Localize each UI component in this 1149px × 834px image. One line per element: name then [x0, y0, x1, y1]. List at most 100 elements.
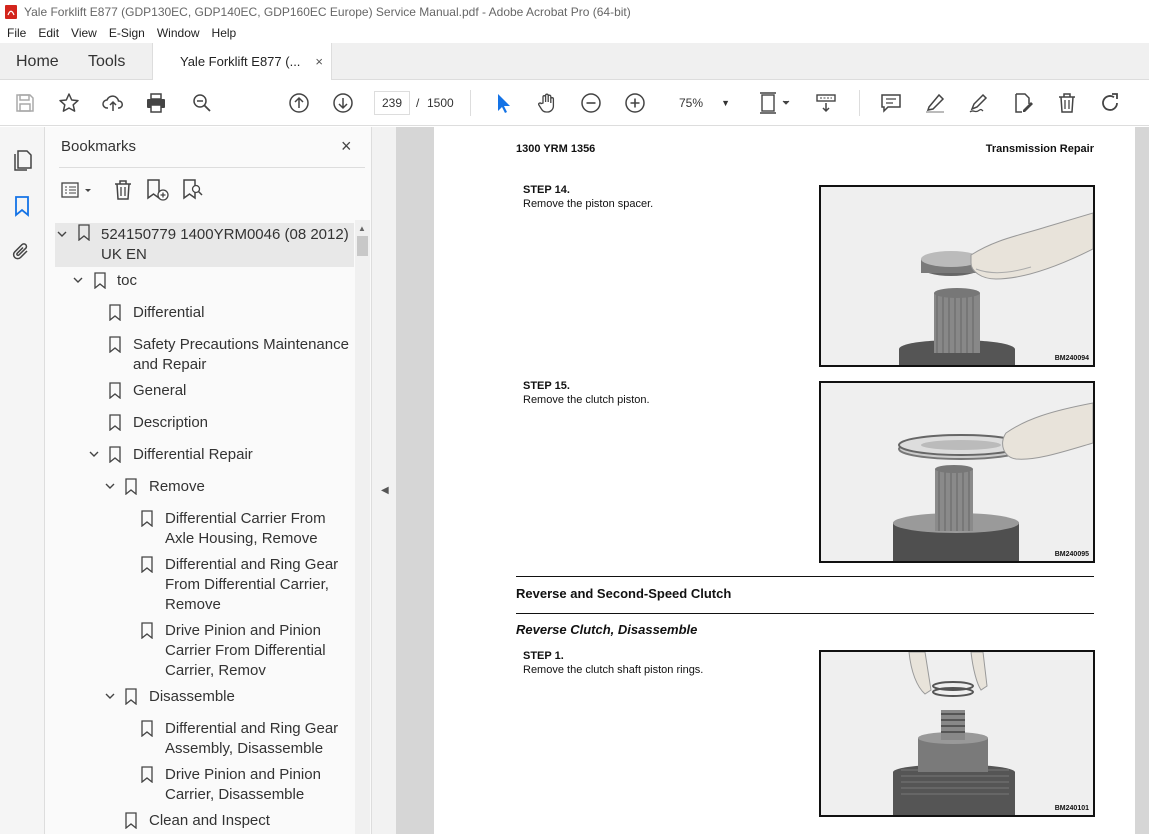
edit-pdf-icon[interactable]	[1011, 91, 1035, 115]
fill-sign-icon[interactable]	[967, 91, 991, 115]
tab-tools[interactable]: Tools	[88, 43, 125, 80]
photo-code: BM240101	[1054, 805, 1089, 812]
bookmark-label: Carrier From Differential	[165, 642, 326, 659]
bookmark-label: Differential Carrier From	[165, 510, 326, 527]
page-separator: /	[416, 96, 420, 110]
bookmark-label: Clean and Inspect	[149, 812, 270, 829]
bookmark-label: Assembly, Disassemble	[165, 740, 324, 757]
cloud-upload-icon[interactable]	[101, 91, 125, 115]
previous-page-icon[interactable]	[287, 91, 311, 115]
menu-file[interactable]: File	[7, 26, 26, 40]
collapse-panel-icon[interactable]: ◀	[381, 485, 389, 496]
menu-bar: File Edit View E-Sign Window Help	[0, 23, 1149, 43]
chevron-down-icon[interactable]	[88, 448, 100, 460]
bookmark-item[interactable]: Differential Repair	[87, 445, 353, 465]
bookmark-tree: 524150779 1400YRM0046 (08 2012) UK EN to…	[45, 219, 355, 834]
panel-close-icon[interactable]: ×	[341, 136, 352, 157]
bookmark-item[interactable]: General	[109, 381, 353, 401]
bookmark-icon	[109, 414, 121, 431]
sub-heading: Reverse Clutch, Disassemble	[516, 622, 698, 637]
bookmark-item[interactable]: Description	[109, 413, 353, 433]
zoom-in-icon[interactable]	[623, 91, 647, 115]
print-icon[interactable]	[144, 91, 168, 115]
new-bookmark-icon[interactable]	[145, 177, 169, 203]
step-title: STEP 14.	[523, 184, 570, 196]
chevron-down-icon: ▼	[721, 98, 730, 108]
chevron-down-icon[interactable]	[104, 690, 116, 702]
bookmark-label: 524150779 1400YRM0046 (08 2012)	[101, 226, 349, 243]
bookmark-icon	[141, 510, 153, 527]
star-icon[interactable]	[57, 91, 81, 115]
menu-view[interactable]: View	[71, 26, 97, 40]
menu-edit[interactable]: Edit	[38, 26, 59, 40]
next-page-icon[interactable]	[331, 91, 355, 115]
delete-icon[interactable]	[1055, 91, 1079, 115]
bookmark-item[interactable]: Differential and Ring Gear Assembly, Dis…	[141, 719, 353, 759]
bookmark-item[interactable]: Disassemble	[103, 687, 353, 707]
bookmark-item[interactable]: Clean and Inspect	[125, 811, 353, 831]
comment-icon[interactable]	[879, 91, 903, 115]
tab-home[interactable]: Home	[16, 43, 59, 80]
scrollbar-thumb[interactable]	[357, 236, 368, 256]
select-cursor-icon[interactable]	[491, 91, 515, 115]
page-fit-icon[interactable]	[757, 91, 793, 115]
bookmark-item[interactable]: Differential Carrier From Axle Housing, …	[141, 509, 353, 549]
scroll-mode-icon[interactable]	[814, 91, 838, 115]
page-header-doc-number: 1300 YRM 1356	[516, 143, 596, 155]
bookmark-icon	[141, 766, 153, 783]
tab-bar: Home Tools Yale Forklift E877 (... ×	[0, 43, 1149, 81]
bookmark-icon	[125, 812, 137, 829]
page-thumbnails-icon[interactable]	[10, 148, 34, 172]
section-rule	[516, 576, 1094, 577]
bookmark-label: toc	[117, 272, 138, 289]
menu-help[interactable]: Help	[212, 26, 237, 40]
bookmark-item[interactable]: toc	[71, 271, 351, 291]
bookmark-icon	[78, 224, 90, 241]
menu-esign[interactable]: E-Sign	[109, 26, 145, 40]
zoom-value: 75%	[679, 96, 704, 110]
bookmark-item[interactable]: Differential	[109, 303, 353, 323]
step-text: Remove the clutch shaft piston rings.	[523, 664, 704, 676]
scroll-up-icon[interactable]: ▲	[358, 224, 366, 233]
bookmarks-panel: Bookmarks × 524150779 1400YRM0046 (08 20…	[45, 127, 372, 834]
bookmark-icon	[141, 720, 153, 737]
menu-window[interactable]: Window	[157, 26, 200, 40]
page-number-input[interactable]: 239	[374, 91, 410, 115]
attachments-icon[interactable]	[10, 240, 34, 264]
zoom-dropdown[interactable]: 75% ▼	[670, 91, 738, 115]
find-zoom-icon[interactable]	[190, 91, 214, 115]
bookmark-item[interactable]: Safety Precautions Maintenance and Repai…	[109, 335, 353, 375]
bookmark-icon	[141, 622, 153, 639]
bookmark-label: Carrier, Remov	[165, 662, 266, 679]
chevron-down-icon[interactable]	[56, 228, 68, 240]
chevron-down-icon[interactable]	[72, 274, 84, 286]
section-heading: Reverse and Second-Speed Clutch	[516, 586, 732, 601]
page-header-section: Transmission Repair	[985, 143, 1094, 155]
panel-splitter[interactable]: ◀	[372, 127, 396, 834]
bookmark-item[interactable]: Drive Pinion and Pinion Carrier From Dif…	[141, 621, 353, 681]
bookmark-icon	[125, 478, 137, 495]
tab-document[interactable]: Yale Forklift E877 (... ×	[152, 43, 332, 81]
chevron-down-icon[interactable]	[104, 480, 116, 492]
bookmarks-scrollbar[interactable]: ▲	[355, 220, 370, 834]
bookmark-label: General	[133, 382, 187, 399]
redo-icon[interactable]	[1099, 91, 1123, 115]
page-total: 1500	[427, 96, 454, 110]
bookmark-icon	[94, 272, 106, 289]
tab-close-icon[interactable]: ×	[315, 43, 323, 80]
bookmark-icon	[109, 446, 121, 463]
save-icon[interactable]	[13, 91, 37, 115]
bookmarks-rail-icon[interactable]	[10, 194, 34, 218]
bookmark-item[interactable]: Differential and Ring Gear From Differen…	[141, 555, 353, 615]
bookmark-search-icon[interactable]	[181, 177, 205, 203]
hand-tool-icon[interactable]	[535, 91, 559, 115]
highlight-pen-icon[interactable]	[923, 91, 947, 115]
zoom-out-icon[interactable]	[579, 91, 603, 115]
tab-document-label: Yale Forklift E877 (...	[180, 54, 301, 69]
bookmark-options-icon[interactable]	[60, 177, 94, 203]
delete-bookmark-icon[interactable]	[112, 177, 134, 203]
bookmark-item[interactable]: Drive Pinion and Pinion Carrier, Disasse…	[141, 765, 353, 805]
bookmark-label: Disassemble	[149, 688, 235, 705]
bookmark-item[interactable]: 524150779 1400YRM0046 (08 2012) UK EN	[55, 223, 354, 267]
bookmark-item[interactable]: Remove	[103, 477, 353, 497]
